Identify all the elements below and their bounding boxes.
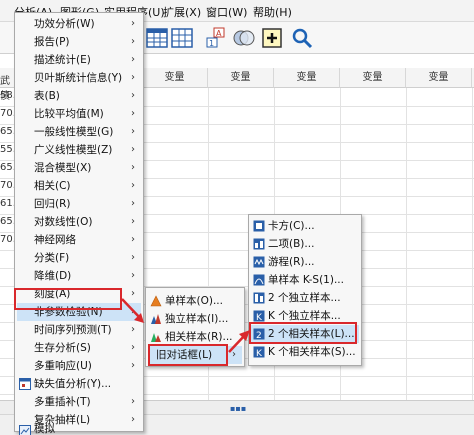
chevron-right-icon: › [131,396,135,407]
menu-item-tables[interactable]: 表(B) › [17,87,141,105]
chevron-right-icon: › [131,270,135,281]
menu-item-forecasting[interactable]: 时间序列预测(T) › [17,321,141,339]
two-independent-samples-icon [253,292,265,304]
simulation-icon [19,425,31,435]
sets-icon[interactable] [232,26,256,50]
search-icon[interactable] [290,26,314,50]
menu-item-chi-square[interactable]: 卡方(C)... [251,217,359,235]
chevron-right-icon: › [131,18,135,29]
menu-item-missing-value-analysis[interactable]: 缺失值分析(Y)... [17,375,141,393]
chevron-right-icon: › [232,349,236,360]
menu-item-two-independent-samples[interactable]: 2 个独立样本... [251,289,359,307]
menu-item-dimension-reduction[interactable]: 降维(D) › [17,267,141,285]
chevron-right-icon: › [131,198,135,209]
menu-item-generalized-lm[interactable]: 广义线性模型(Z) › [17,141,141,159]
menu-item-power-analysis[interactable]: 功效分析(W) › [17,15,141,33]
menu-help[interactable]: 帮助(H) [253,4,292,20]
column-header[interactable]: 变量 [208,68,274,88]
menu-item-reports[interactable]: 报告(P) › [17,33,141,51]
menu-item-bayesian[interactable]: 贝叶斯统计信息(Y) › [17,69,141,87]
menu-item-descriptive-stats[interactable]: 描述统计(E) › [17,51,141,69]
chevron-right-icon: › [131,360,135,371]
chevron-right-icon: › [131,342,135,353]
svg-text:A: A [216,29,222,38]
add-variable-icon[interactable] [260,26,284,50]
value-labels-icon[interactable]: A 1 [204,26,228,50]
chevron-right-icon: › [131,234,135,245]
chevron-right-icon: › [131,324,135,335]
menu-item-related-samples[interactable]: 相关样本(R)... [148,328,242,346]
menu-item-multiple-imputation[interactable]: 多重插补(T) › [17,393,141,411]
menu-item-glm[interactable]: 一般线性模型(G) › [17,123,141,141]
k-independent-samples-icon: K [253,310,265,322]
chevron-right-icon: › [131,252,135,263]
chevron-right-icon: › [131,162,135,173]
chi-square-icon [253,220,265,232]
menu-extensions[interactable]: 扩展(X) [163,4,201,20]
menu-item-neural-networks[interactable]: 神经网络 › [17,231,141,249]
scroll-grip-icon[interactable]: ▪▪▪ [230,404,246,413]
menu-item-k-related-samples[interactable]: K K 个相关样本(S)... [251,343,359,361]
menu-item-two-related-samples[interactable]: 2 2 个相关样本(L)... [251,325,359,343]
two-related-samples-icon: 2 [253,328,265,340]
menu-item-classify[interactable]: 分类(F) › [17,249,141,267]
k-related-samples-icon: K [253,346,265,358]
menu-item-independent-samples[interactable]: 独立样本(I)... [148,310,242,328]
one-sample-icon [150,295,162,307]
chevron-right-icon: › [131,216,135,227]
menu-item-loglinear[interactable]: 对数线性(O) › [17,213,141,231]
missing-value-icon [19,378,31,390]
menu-item-correlate[interactable]: 相关(C) › [17,177,141,195]
chevron-right-icon: › [131,54,135,65]
chevron-right-icon: › [131,90,135,101]
menu-item-mixed-models[interactable]: 混合模型(X) › [17,159,141,177]
chevron-right-icon: › [131,72,135,83]
menu-item-scale[interactable]: 刻度(A) › [17,285,141,303]
menu-item-one-sample[interactable]: 单样本(O)... [148,292,242,310]
menu-item-survival[interactable]: 生存分析(S) › [17,339,141,357]
menu-item-binomial[interactable]: 二项(B)... [251,235,359,253]
chevron-right-icon: › [131,180,135,191]
nonparametric-submenu: 单样本(O)... 独立样本(I)... 相关样本(R)... 旧对话框(L) … [145,287,245,367]
menu-item-nonparametric-tests[interactable]: 非参数检验(N) › [17,303,141,321]
column-header[interactable]: 变量 [142,68,208,88]
ks-test-icon [253,274,265,286]
column-header[interactable]: 变量 [406,68,472,88]
grid-view-icon[interactable] [145,26,169,50]
menu-item-one-sample-ks[interactable]: 单样本 K-S(1)... [251,271,359,289]
legacy-dialogs-submenu: 卡方(C)... 二项(B)... 游程(R)... 单样本 K-S(1)...… [248,214,362,366]
menu-item-runs[interactable]: 游程(R)... [251,253,359,271]
column-header[interactable]: 变量 [340,68,406,88]
chevron-right-icon: › [131,108,135,119]
chevron-right-icon: › [131,306,135,317]
chevron-right-icon: › [131,126,135,137]
chevron-right-icon: › [131,144,135,155]
independent-samples-icon [151,314,161,324]
chevron-right-icon: › [131,288,135,299]
svg-text:1: 1 [209,39,214,48]
svg-text:2: 2 [256,331,262,340]
analyze-menu: 功效分析(W) › 报告(P) › 描述统计(E) › 贝叶斯统计信息(Y) › 表(B… [14,12,144,435]
table-view-icon[interactable] [170,26,194,50]
binomial-icon [253,238,265,250]
menu-item-compare-means[interactable]: 比较平均值(M) › [17,105,141,123]
menu-item-multiple-response[interactable]: 多重响应(U) › [17,357,141,375]
menu-item-regression[interactable]: 回归(R) › [17,195,141,213]
menu-item-k-independent-samples[interactable]: K K 个独立样本... [251,307,359,325]
menu-item-simulation[interactable]: 模拟 [17,423,141,435]
related-samples-icon [151,333,161,342]
runs-icon [253,256,265,268]
chevron-right-icon: › [131,36,135,47]
column-header[interactable]: 变量 [274,68,340,88]
menu-window[interactable]: 窗口(W) [206,4,247,20]
menu-item-legacy-dialogs[interactable]: 旧对话框(L) › [148,346,242,364]
